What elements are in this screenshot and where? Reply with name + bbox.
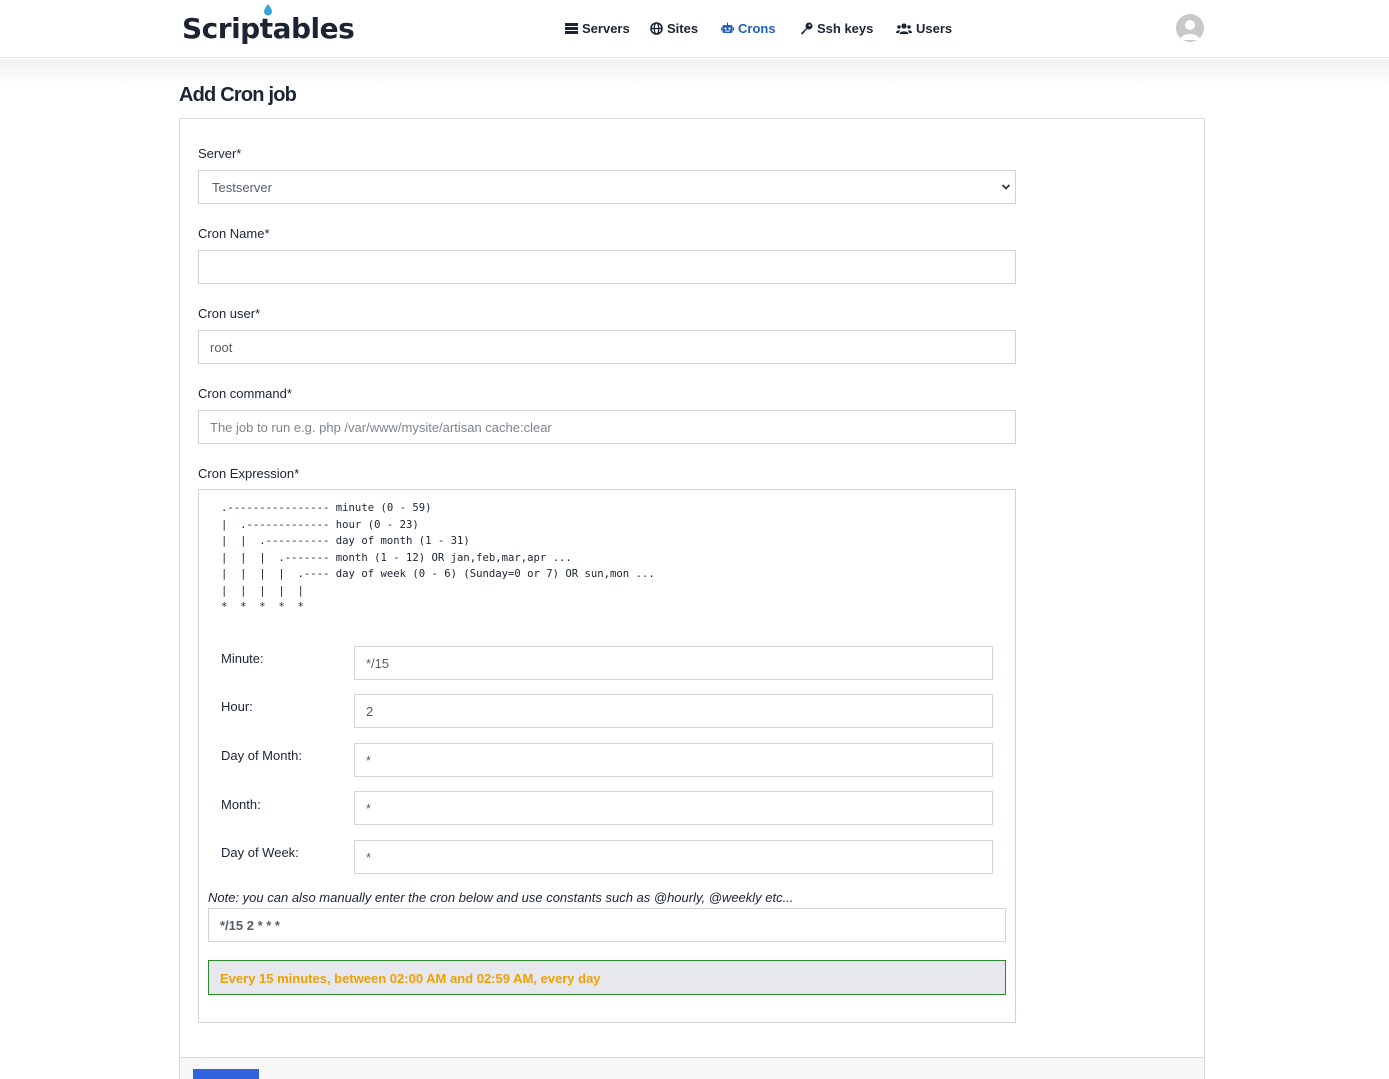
users-icon — [896, 22, 912, 34]
nav-item-ssh-keys[interactable]: Ssh keys — [800, 19, 873, 37]
nav-item-label: Sites — [667, 20, 699, 36]
month-input[interactable] — [354, 791, 993, 825]
hour-label: Hour: — [221, 699, 253, 714]
cron-user-label: Cron user* — [198, 306, 261, 321]
day-of-week-label: Day of Week: — [221, 845, 299, 860]
top-navbar: Scriptables Servers Sites Crons Ssh keys… — [0, 0, 1389, 58]
nav-item-servers[interactable]: Servers — [565, 19, 630, 37]
minute-label: Minute: — [221, 651, 264, 666]
server-select-wrapper: Testserver — [198, 170, 1016, 204]
cron-name-input[interactable] — [198, 250, 1016, 284]
server-label: Server* — [198, 146, 242, 161]
cron-name-label: Cron Name* — [198, 226, 270, 241]
submit-button[interactable] — [193, 1069, 259, 1079]
nav-item-crons[interactable]: Crons — [721, 19, 776, 37]
cron-expression-panel: .---------------- minute (0 - 59) | .---… — [198, 489, 1016, 1023]
nav-item-label: Users — [916, 20, 953, 36]
day-of-week-input[interactable] — [354, 840, 993, 874]
card-footer — [180, 1057, 1204, 1079]
manual-cron-input[interactable] — [208, 908, 1006, 942]
globe-icon — [650, 21, 663, 35]
nav-item-label: Servers — [582, 20, 630, 36]
user-avatar-icon[interactable] — [1176, 14, 1204, 42]
minute-input[interactable] — [354, 646, 993, 680]
page-title: Add Cron job — [179, 84, 297, 106]
manual-cron-note: Note: you can also manually enter the cr… — [208, 890, 794, 905]
cron-user-input[interactable] — [198, 330, 1016, 364]
robot-icon — [721, 22, 734, 33]
server-icon — [565, 22, 578, 34]
cron-syntax-help: .---------------- minute (0 - 59) | .---… — [221, 502, 655, 613]
nav-item-sites[interactable]: Sites — [650, 19, 698, 37]
nav-item-label: Ssh keys — [817, 20, 874, 36]
hour-input[interactable] — [354, 694, 993, 728]
nav-item-label: Crons — [738, 20, 776, 36]
nav-item-users[interactable]: Users — [896, 19, 952, 37]
cron-command-input[interactable] — [198, 410, 1016, 444]
brand-name: Scriptables — [182, 12, 355, 45]
server-select[interactable]: Testserver — [198, 170, 1016, 204]
cron-command-label: Cron command* — [198, 386, 292, 401]
avatar-silhouette-icon — [1180, 20, 1200, 40]
key-icon — [801, 22, 813, 34]
cron-expression-label: Cron Expression* — [198, 466, 300, 481]
day-of-month-label: Day of Month: — [221, 748, 302, 763]
month-label: Month: — [221, 797, 261, 812]
cron-form-card: Server* Testserver Cron Name* Cron user*… — [179, 118, 1205, 1079]
cron-human-readable: Every 15 minutes, between 02:00 AM and 0… — [208, 960, 1006, 995]
day-of-month-input[interactable] — [354, 743, 993, 777]
